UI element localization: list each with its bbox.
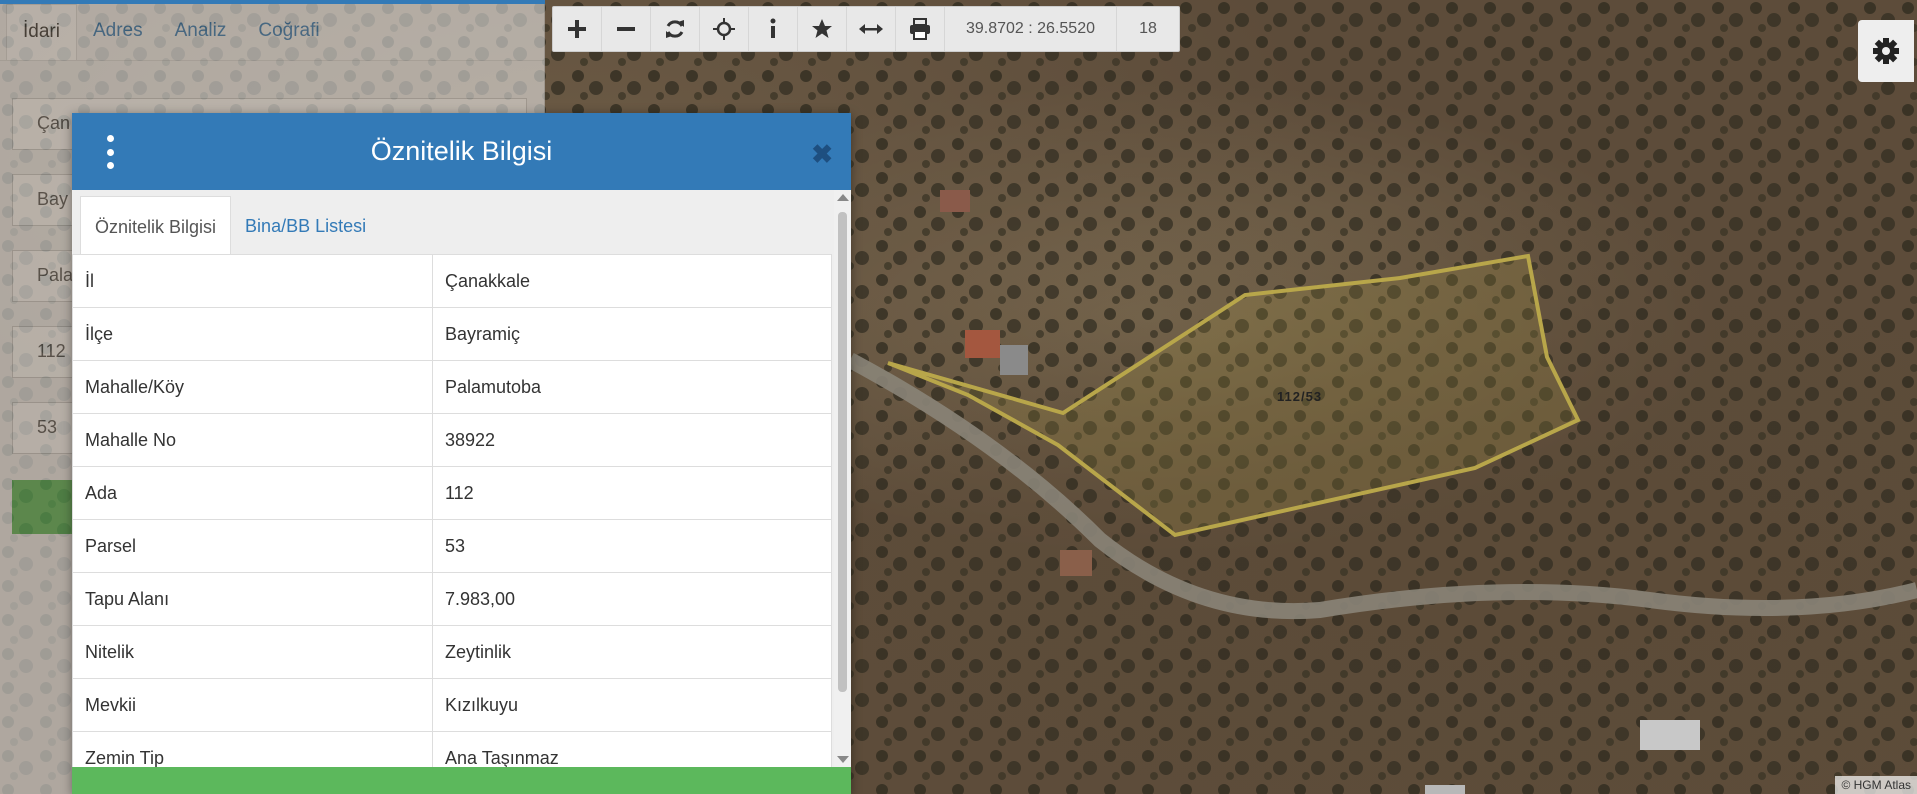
dialog-body: Öznitelik Bilgisi Bina/BB Listesi İl Çana… [72,190,851,785]
star-icon[interactable] [798,7,847,51]
scroll-up-icon[interactable] [837,194,849,201]
table-row: Nitelik Zeytinlik [72,625,832,679]
parcel-label: 112/53 [1277,389,1323,404]
attr-value: Çanakkale [432,254,832,308]
dialog-title: Öznitelik Bilgisi [370,136,553,166]
attr-key: Mevkii [72,678,433,732]
attr-value: Palamutoba [432,360,832,414]
map-toolbar: 39.8702 : 26.5520 18 [552,6,1180,52]
attr-value: Kızılkuyu [432,678,832,732]
print-icon[interactable] [896,7,945,51]
dialog-footer-bar[interactable] [72,767,851,794]
attr-key: Tapu Alanı [72,572,433,626]
attr-key: İlçe [72,307,433,361]
zoom-level: 18 [1139,20,1157,37]
attr-key: Mahalle/Köy [72,360,433,414]
attr-key: Ada [72,466,433,520]
table-row: İl Çanakkale [72,254,832,308]
attr-value: 112 [432,466,832,520]
tab-cografi[interactable]: Coğrafi [242,4,335,60]
attr-key: İl [72,254,433,308]
attr-value: 7.983,00 [432,572,832,626]
dialog-header[interactable]: Öznitelik Bilgisi ✖ [72,113,851,190]
minus-icon[interactable] [602,7,651,51]
scroll-down-icon[interactable] [837,756,849,763]
settings-button[interactable] [1858,20,1914,82]
attribute-table: İl Çanakkale İlçe Bayramiç Mahalle/Köy Pala… [72,254,832,785]
dialog-menu-icon[interactable] [102,135,118,169]
table-row: Mevkii Kızılkuyu [72,678,832,732]
refresh-icon[interactable] [651,7,700,51]
attr-key: Mahalle No [72,413,433,467]
tab-analiz[interactable]: Analiz [159,4,243,60]
table-row: İlçe Bayramiç [72,307,832,361]
attribute-dialog: Öznitelik Bilgisi ✖ Öznitelik Bilgisi Bi… [72,113,851,794]
close-icon[interactable]: ✖ [811,139,833,170]
attr-value: Zeytinlik [432,625,832,679]
attr-key: Nitelik [72,625,433,679]
measure-icon[interactable] [847,7,896,51]
tab-oznitelik-bilgisi[interactable]: Öznitelik Bilgisi [80,196,232,254]
attr-value: 53 [432,519,832,573]
table-row: Mahalle/Köy Palamutoba [72,360,832,414]
tab-idari[interactable]: İdari [6,4,77,60]
table-row: Mahalle No 38922 [72,413,832,467]
gear-icon [1873,38,1899,64]
attr-value: 38922 [432,413,832,467]
attr-key: Parsel [72,519,433,573]
sidebar-tabs: İdari Adres Analiz Coğrafi [0,4,544,61]
tab-bina-bb-listesi[interactable]: Bina/BB Listesi [231,196,380,254]
table-row: Parsel 53 [72,519,832,573]
crosshair-icon[interactable] [700,7,749,51]
table-row: Tapu Alanı 7.983,00 [72,572,832,626]
attr-value: Bayramiç [432,307,832,361]
coordinate-readout: 39.8702 : 26.5520 [945,7,1117,51]
dialog-scrollbar[interactable] [834,190,851,767]
tab-adres[interactable]: Adres [77,4,159,60]
dialog-tabs: Öznitelik Bilgisi Bina/BB Listesi [80,196,380,254]
info-icon[interactable] [749,7,798,51]
plus-icon[interactable] [553,7,602,51]
map-attribution[interactable]: © HGM Atlas [1835,776,1917,794]
table-row: Ada 112 [72,466,832,520]
scroll-thumb[interactable] [838,212,847,692]
